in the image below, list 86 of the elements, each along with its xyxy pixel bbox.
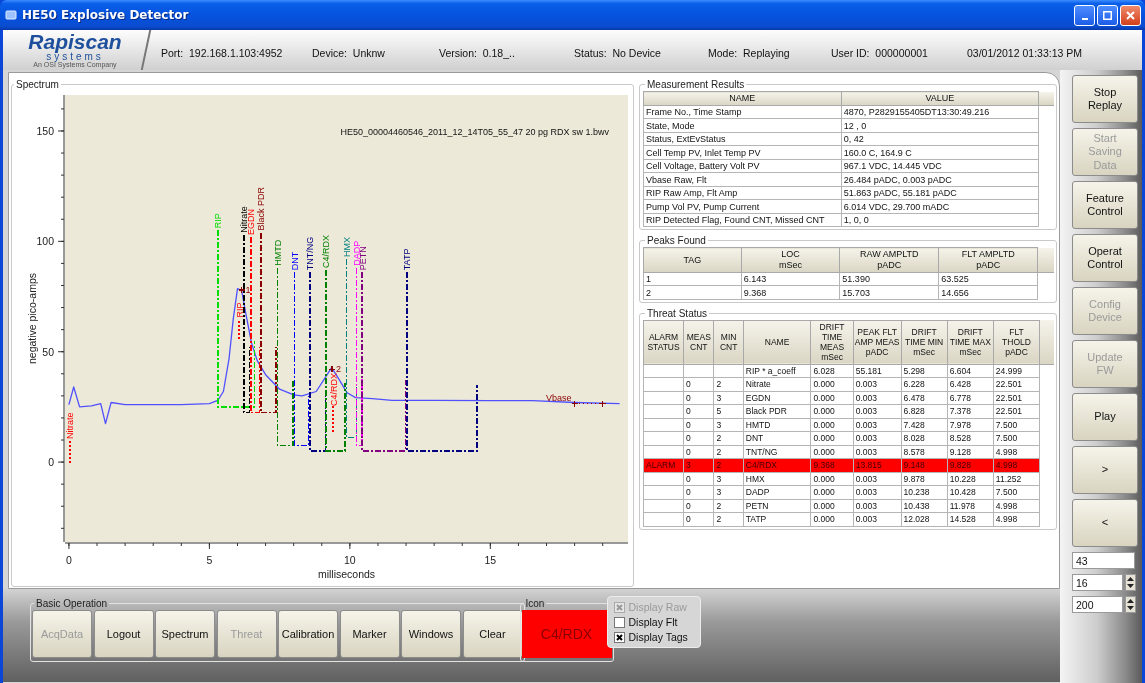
group-title: Measurement Results — [646, 79, 746, 90]
operation-button[interactable]: Clear — [462, 610, 523, 658]
operation-button[interactable]: Marker — [339, 610, 400, 658]
column-header: LOC mSec — [741, 247, 840, 273]
number-field[interactable]: 200 — [1072, 596, 1123, 613]
tag-label: Nitrate — [65, 412, 76, 439]
side-button[interactable]: Stop Replay — [1072, 75, 1138, 123]
gate-label: TATP — [402, 248, 413, 271]
header-info: User ID: 000000001 — [831, 47, 929, 59]
axis-title: negative pico-amps — [26, 272, 38, 365]
gate-label: HMTD — [273, 239, 284, 266]
header-info: Port: 192.168.1.103:4952 — [161, 47, 284, 59]
column-header: VALUE — [841, 91, 1039, 106]
spin-arrows-icon[interactable] — [1127, 598, 1134, 611]
column-header: NAME — [643, 91, 842, 106]
side-button[interactable]: Play — [1072, 393, 1138, 441]
side-button[interactable]: Operat Control — [1072, 234, 1138, 282]
tag-label: RIP — [234, 302, 245, 318]
gate-label: TNT/NG — [305, 236, 316, 271]
gate-label: RIP — [213, 213, 224, 229]
alarm-indicator: C4/RDX — [521, 610, 612, 658]
operation-button[interactable]: Calibration — [278, 610, 338, 658]
group-title: Peaks Found — [646, 235, 707, 247]
checkbox-label: Display Tags — [628, 631, 688, 643]
logo-subtitle: systems — [46, 51, 104, 61]
group-title: Threat Status — [646, 307, 709, 319]
column-header: ALARM STATUS — [643, 320, 684, 365]
axis-tick-label: 100 — [36, 235, 54, 248]
side-button[interactable]: > — [1072, 446, 1138, 494]
minimize-button[interactable] — [1074, 4, 1095, 26]
column-header: MIN CNT — [713, 320, 744, 365]
number-field[interactable]: 16 — [1072, 574, 1123, 591]
close-button[interactable] — [1120, 4, 1141, 26]
gate-label: HMX — [341, 237, 352, 257]
checkbox[interactable] — [613, 616, 625, 628]
operation-button[interactable]: Logout — [93, 610, 154, 658]
axis-title: milliseconds — [317, 568, 376, 580]
minimize-icon — [1081, 18, 1088, 20]
vbase-label: Vbase — [546, 392, 572, 403]
operation-button[interactable]: Windows — [401, 610, 461, 658]
axis-tick-label: 150 — [36, 125, 54, 137]
group-title: Spectrum — [15, 79, 60, 90]
peak-label: 2 — [336, 364, 342, 375]
column-header: FLT AMPLTD pADC — [938, 247, 1038, 273]
axis-tick-label: 0 — [66, 554, 72, 566]
column-header: DRIFT TIME MEAS mSec — [810, 320, 854, 365]
window-title: HE50 Explosive Detector — [22, 8, 190, 22]
number-field[interactable]: 43 — [1072, 552, 1135, 569]
group-title: Icon — [524, 598, 546, 609]
logo-text: Rapiscan — [28, 31, 122, 52]
column-header: MEAS CNT — [683, 320, 714, 365]
header-info: Version: 0.18_.. — [439, 47, 516, 59]
checkbox-label: Display Raw — [628, 601, 687, 613]
axis-tick-label: 15 — [484, 554, 497, 566]
column-header: FLT THOLD pADC — [993, 320, 1040, 365]
peak-label: 1 — [245, 284, 251, 295]
app-icon — [5, 9, 17, 21]
column-header: NAME — [743, 320, 811, 365]
gate-label: DNT — [289, 251, 300, 271]
header-info: Mode: Replaying — [708, 47, 791, 59]
checkbox-label: Display Flt — [628, 616, 678, 628]
axis-tick-label: 50 — [42, 345, 54, 358]
group-title: Basic Operation — [35, 598, 109, 609]
tag-label: C4/RDX — [328, 372, 339, 406]
header-info: Status: No Device — [574, 47, 662, 59]
column-header: RAW AMPLTD pADC — [839, 247, 939, 273]
operation-button[interactable]: Spectrum — [155, 610, 215, 658]
side-button[interactable]: Feature Control — [1072, 181, 1138, 229]
spin-arrows-icon[interactable] — [1127, 576, 1134, 589]
side-button[interactable]: < — [1072, 499, 1138, 547]
maximize-button[interactable] — [1097, 4, 1118, 26]
axis-tick-label: 0 — [48, 456, 54, 469]
axis-tick-label: 10 — [344, 554, 356, 566]
header-info: Device: Unknw — [312, 47, 386, 59]
column-header: PEAK FLT AMP MEAS pADC — [853, 320, 902, 365]
gate-label: Black PDR — [256, 187, 267, 231]
column-header: TAG — [643, 247, 742, 273]
header-info: 03/01/2012 01:33:13 PM — [967, 47, 1082, 59]
close-icon — [1126, 10, 1135, 20]
checkbox[interactable] — [613, 631, 625, 643]
column-header: DRIFT TIME MIN mSec — [901, 320, 948, 365]
maximize-icon — [1103, 10, 1112, 20]
gate-label: C4/RDX — [321, 235, 332, 269]
axis-tick-label: 5 — [206, 554, 213, 566]
column-header: DRIFT TIME MAX mSec — [947, 320, 994, 365]
chart-title: HE50_00004460546_2011_12_14T05_55_47 20 pg RDX sw 1.bwv — [340, 127, 609, 137]
